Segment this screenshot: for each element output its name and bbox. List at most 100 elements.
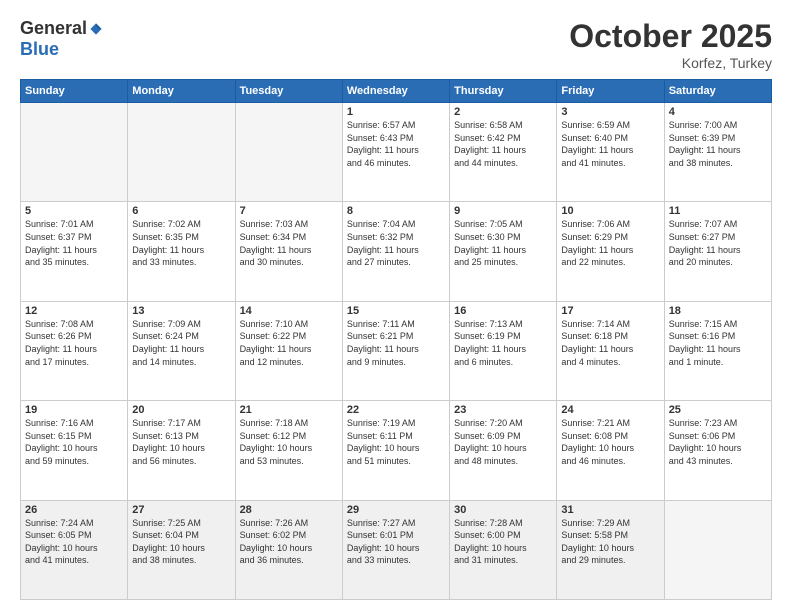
day-info: Sunrise: 7:00 AM Sunset: 6:39 PM Dayligh… [669, 119, 767, 169]
header-tuesday: Tuesday [235, 80, 342, 103]
day-number: 12 [25, 305, 123, 317]
day-number: 6 [132, 205, 230, 217]
day-info: Sunrise: 7:07 AM Sunset: 6:27 PM Dayligh… [669, 218, 767, 268]
table-row: 16Sunrise: 7:13 AM Sunset: 6:19 PM Dayli… [450, 301, 557, 400]
day-number: 23 [454, 404, 552, 416]
day-number: 1 [347, 106, 445, 118]
header-sunday: Sunday [21, 80, 128, 103]
day-number: 18 [669, 305, 767, 317]
day-number: 29 [347, 504, 445, 516]
month-title: October 2025 [569, 18, 772, 55]
day-info: Sunrise: 7:10 AM Sunset: 6:22 PM Dayligh… [240, 318, 338, 368]
calendar-week-row: 1Sunrise: 6:57 AM Sunset: 6:43 PM Daylig… [21, 103, 772, 202]
day-info: Sunrise: 7:24 AM Sunset: 6:05 PM Dayligh… [25, 517, 123, 567]
table-row [235, 103, 342, 202]
logo-blue-text: Blue [20, 39, 59, 59]
table-row: 27Sunrise: 7:25 AM Sunset: 6:04 PM Dayli… [128, 500, 235, 599]
day-number: 9 [454, 205, 552, 217]
day-number: 24 [561, 404, 659, 416]
day-info: Sunrise: 7:21 AM Sunset: 6:08 PM Dayligh… [561, 417, 659, 467]
day-info: Sunrise: 7:02 AM Sunset: 6:35 PM Dayligh… [132, 218, 230, 268]
day-number: 2 [454, 106, 552, 118]
day-info: Sunrise: 7:13 AM Sunset: 6:19 PM Dayligh… [454, 318, 552, 368]
logo-general-text: General [20, 18, 87, 39]
table-row: 22Sunrise: 7:19 AM Sunset: 6:11 PM Dayli… [342, 401, 449, 500]
table-row: 30Sunrise: 7:28 AM Sunset: 6:00 PM Dayli… [450, 500, 557, 599]
day-number: 27 [132, 504, 230, 516]
day-info: Sunrise: 7:03 AM Sunset: 6:34 PM Dayligh… [240, 218, 338, 268]
day-info: Sunrise: 7:28 AM Sunset: 6:00 PM Dayligh… [454, 517, 552, 567]
day-number: 7 [240, 205, 338, 217]
day-number: 21 [240, 404, 338, 416]
table-row: 10Sunrise: 7:06 AM Sunset: 6:29 PM Dayli… [557, 202, 664, 301]
day-info: Sunrise: 7:23 AM Sunset: 6:06 PM Dayligh… [669, 417, 767, 467]
day-info: Sunrise: 7:20 AM Sunset: 6:09 PM Dayligh… [454, 417, 552, 467]
day-info: Sunrise: 7:26 AM Sunset: 6:02 PM Dayligh… [240, 517, 338, 567]
day-number: 16 [454, 305, 552, 317]
calendar-week-row: 26Sunrise: 7:24 AM Sunset: 6:05 PM Dayli… [21, 500, 772, 599]
day-info: Sunrise: 7:05 AM Sunset: 6:30 PM Dayligh… [454, 218, 552, 268]
table-row: 19Sunrise: 7:16 AM Sunset: 6:15 PM Dayli… [21, 401, 128, 500]
table-row [664, 500, 771, 599]
day-number: 4 [669, 106, 767, 118]
day-info: Sunrise: 7:11 AM Sunset: 6:21 PM Dayligh… [347, 318, 445, 368]
table-row: 14Sunrise: 7:10 AM Sunset: 6:22 PM Dayli… [235, 301, 342, 400]
day-info: Sunrise: 6:59 AM Sunset: 6:40 PM Dayligh… [561, 119, 659, 169]
day-info: Sunrise: 6:57 AM Sunset: 6:43 PM Dayligh… [347, 119, 445, 169]
table-row: 5Sunrise: 7:01 AM Sunset: 6:37 PM Daylig… [21, 202, 128, 301]
calendar-week-row: 12Sunrise: 7:08 AM Sunset: 6:26 PM Dayli… [21, 301, 772, 400]
table-row: 9Sunrise: 7:05 AM Sunset: 6:30 PM Daylig… [450, 202, 557, 301]
day-info: Sunrise: 7:14 AM Sunset: 6:18 PM Dayligh… [561, 318, 659, 368]
day-info: Sunrise: 7:17 AM Sunset: 6:13 PM Dayligh… [132, 417, 230, 467]
table-row: 11Sunrise: 7:07 AM Sunset: 6:27 PM Dayli… [664, 202, 771, 301]
table-row: 7Sunrise: 7:03 AM Sunset: 6:34 PM Daylig… [235, 202, 342, 301]
day-number: 5 [25, 205, 123, 217]
day-info: Sunrise: 7:29 AM Sunset: 5:58 PM Dayligh… [561, 517, 659, 567]
header-wednesday: Wednesday [342, 80, 449, 103]
day-number: 28 [240, 504, 338, 516]
day-number: 22 [347, 404, 445, 416]
table-row: 8Sunrise: 7:04 AM Sunset: 6:32 PM Daylig… [342, 202, 449, 301]
day-number: 31 [561, 504, 659, 516]
table-row: 21Sunrise: 7:18 AM Sunset: 6:12 PM Dayli… [235, 401, 342, 500]
table-row: 20Sunrise: 7:17 AM Sunset: 6:13 PM Dayli… [128, 401, 235, 500]
page: General Blue October 2025 Korfez, Turkey… [0, 0, 792, 612]
header-saturday: Saturday [664, 80, 771, 103]
table-row: 28Sunrise: 7:26 AM Sunset: 6:02 PM Dayli… [235, 500, 342, 599]
day-number: 10 [561, 205, 659, 217]
table-row: 29Sunrise: 7:27 AM Sunset: 6:01 PM Dayli… [342, 500, 449, 599]
table-row: 12Sunrise: 7:08 AM Sunset: 6:26 PM Dayli… [21, 301, 128, 400]
day-number: 30 [454, 504, 552, 516]
day-info: Sunrise: 6:58 AM Sunset: 6:42 PM Dayligh… [454, 119, 552, 169]
calendar-week-row: 5Sunrise: 7:01 AM Sunset: 6:37 PM Daylig… [21, 202, 772, 301]
calendar-week-row: 19Sunrise: 7:16 AM Sunset: 6:15 PM Dayli… [21, 401, 772, 500]
day-number: 13 [132, 305, 230, 317]
table-row [128, 103, 235, 202]
table-row: 24Sunrise: 7:21 AM Sunset: 6:08 PM Dayli… [557, 401, 664, 500]
table-row: 13Sunrise: 7:09 AM Sunset: 6:24 PM Dayli… [128, 301, 235, 400]
header: General Blue October 2025 Korfez, Turkey [20, 18, 772, 71]
calendar-table: Sunday Monday Tuesday Wednesday Thursday… [20, 79, 772, 600]
day-info: Sunrise: 7:18 AM Sunset: 6:12 PM Dayligh… [240, 417, 338, 467]
day-info: Sunrise: 7:25 AM Sunset: 6:04 PM Dayligh… [132, 517, 230, 567]
day-info: Sunrise: 7:19 AM Sunset: 6:11 PM Dayligh… [347, 417, 445, 467]
table-row: 17Sunrise: 7:14 AM Sunset: 6:18 PM Dayli… [557, 301, 664, 400]
day-info: Sunrise: 7:08 AM Sunset: 6:26 PM Dayligh… [25, 318, 123, 368]
table-row: 26Sunrise: 7:24 AM Sunset: 6:05 PM Dayli… [21, 500, 128, 599]
header-thursday: Thursday [450, 80, 557, 103]
location-title: Korfez, Turkey [569, 55, 772, 71]
day-info: Sunrise: 7:04 AM Sunset: 6:32 PM Dayligh… [347, 218, 445, 268]
day-info: Sunrise: 7:09 AM Sunset: 6:24 PM Dayligh… [132, 318, 230, 368]
title-area: October 2025 Korfez, Turkey [569, 18, 772, 71]
day-number: 20 [132, 404, 230, 416]
day-number: 11 [669, 205, 767, 217]
logo-icon [89, 22, 103, 36]
day-number: 25 [669, 404, 767, 416]
table-row: 4Sunrise: 7:00 AM Sunset: 6:39 PM Daylig… [664, 103, 771, 202]
table-row: 1Sunrise: 6:57 AM Sunset: 6:43 PM Daylig… [342, 103, 449, 202]
table-row: 23Sunrise: 7:20 AM Sunset: 6:09 PM Dayli… [450, 401, 557, 500]
day-info: Sunrise: 7:01 AM Sunset: 6:37 PM Dayligh… [25, 218, 123, 268]
logo: General Blue [20, 18, 103, 60]
day-number: 14 [240, 305, 338, 317]
day-number: 8 [347, 205, 445, 217]
